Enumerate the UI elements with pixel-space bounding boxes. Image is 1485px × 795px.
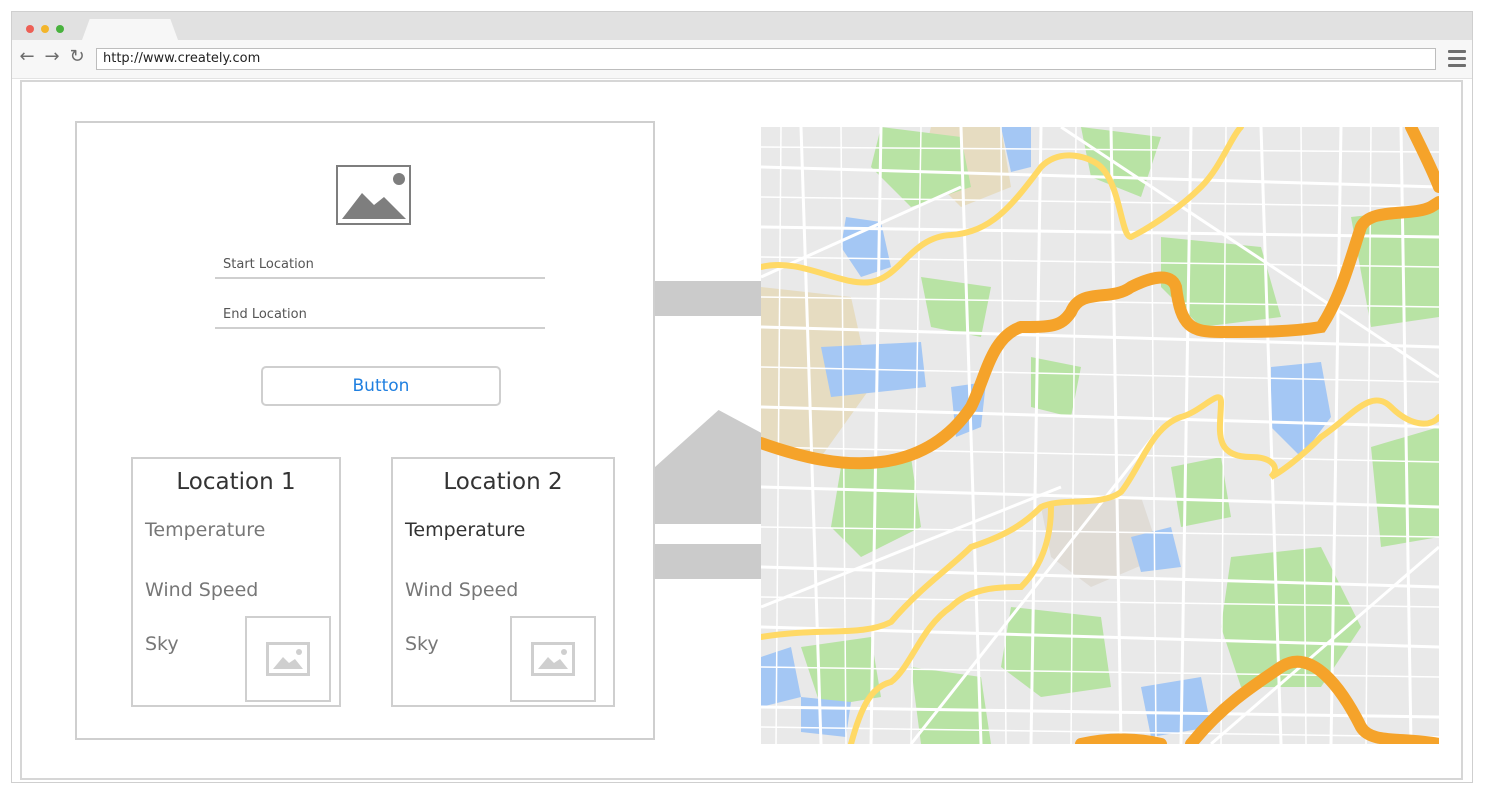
wind-speed-label: Wind Speed [405,579,519,601]
map-graphic [761,127,1439,744]
location-card-2: Location 2 Temperature Wind Speed Sky [391,457,615,707]
image-placeholder-icon [336,165,411,225]
connector-bar-bottom [655,544,761,579]
route-form-panel: Start Location End Location Button Locat… [75,121,655,740]
address-bar[interactable]: http://www.creately.com [96,48,1436,70]
sky-image-placeholder [510,616,596,702]
image-placeholder-icon [266,642,310,676]
submit-button[interactable]: Button [261,366,501,406]
start-location-input[interactable]: Start Location [215,253,545,279]
reload-icon[interactable]: ↻ [68,48,86,66]
location-title: Location 2 [443,469,563,495]
location-card-1: Location 1 Temperature Wind Speed Sky [131,457,341,707]
connector-bar-top [655,281,761,316]
title-bar [12,12,1472,40]
end-location-input[interactable]: End Location [215,303,545,329]
sky-label: Sky [405,633,439,655]
temperature-label: Temperature [405,519,526,541]
hamburger-menu-icon[interactable] [1448,50,1466,71]
browser-toolbar: ← → ↻ http://www.creately.com [12,40,1472,79]
maximize-window-dot[interactable] [56,25,64,33]
temperature-label: Temperature [145,519,266,541]
minimize-window-dot[interactable] [41,25,49,33]
wind-speed-label: Wind Speed [145,579,259,601]
browser-tab[interactable] [82,19,178,40]
sky-label: Sky [145,633,179,655]
image-placeholder-icon [531,642,575,676]
sky-image-placeholder [245,616,331,702]
location-title: Location 1 [176,469,296,495]
close-window-dot[interactable] [26,25,34,33]
back-arrow-icon[interactable]: ← [18,48,36,66]
forward-arrow-icon[interactable]: → [43,48,61,66]
city-map[interactable] [761,127,1439,744]
